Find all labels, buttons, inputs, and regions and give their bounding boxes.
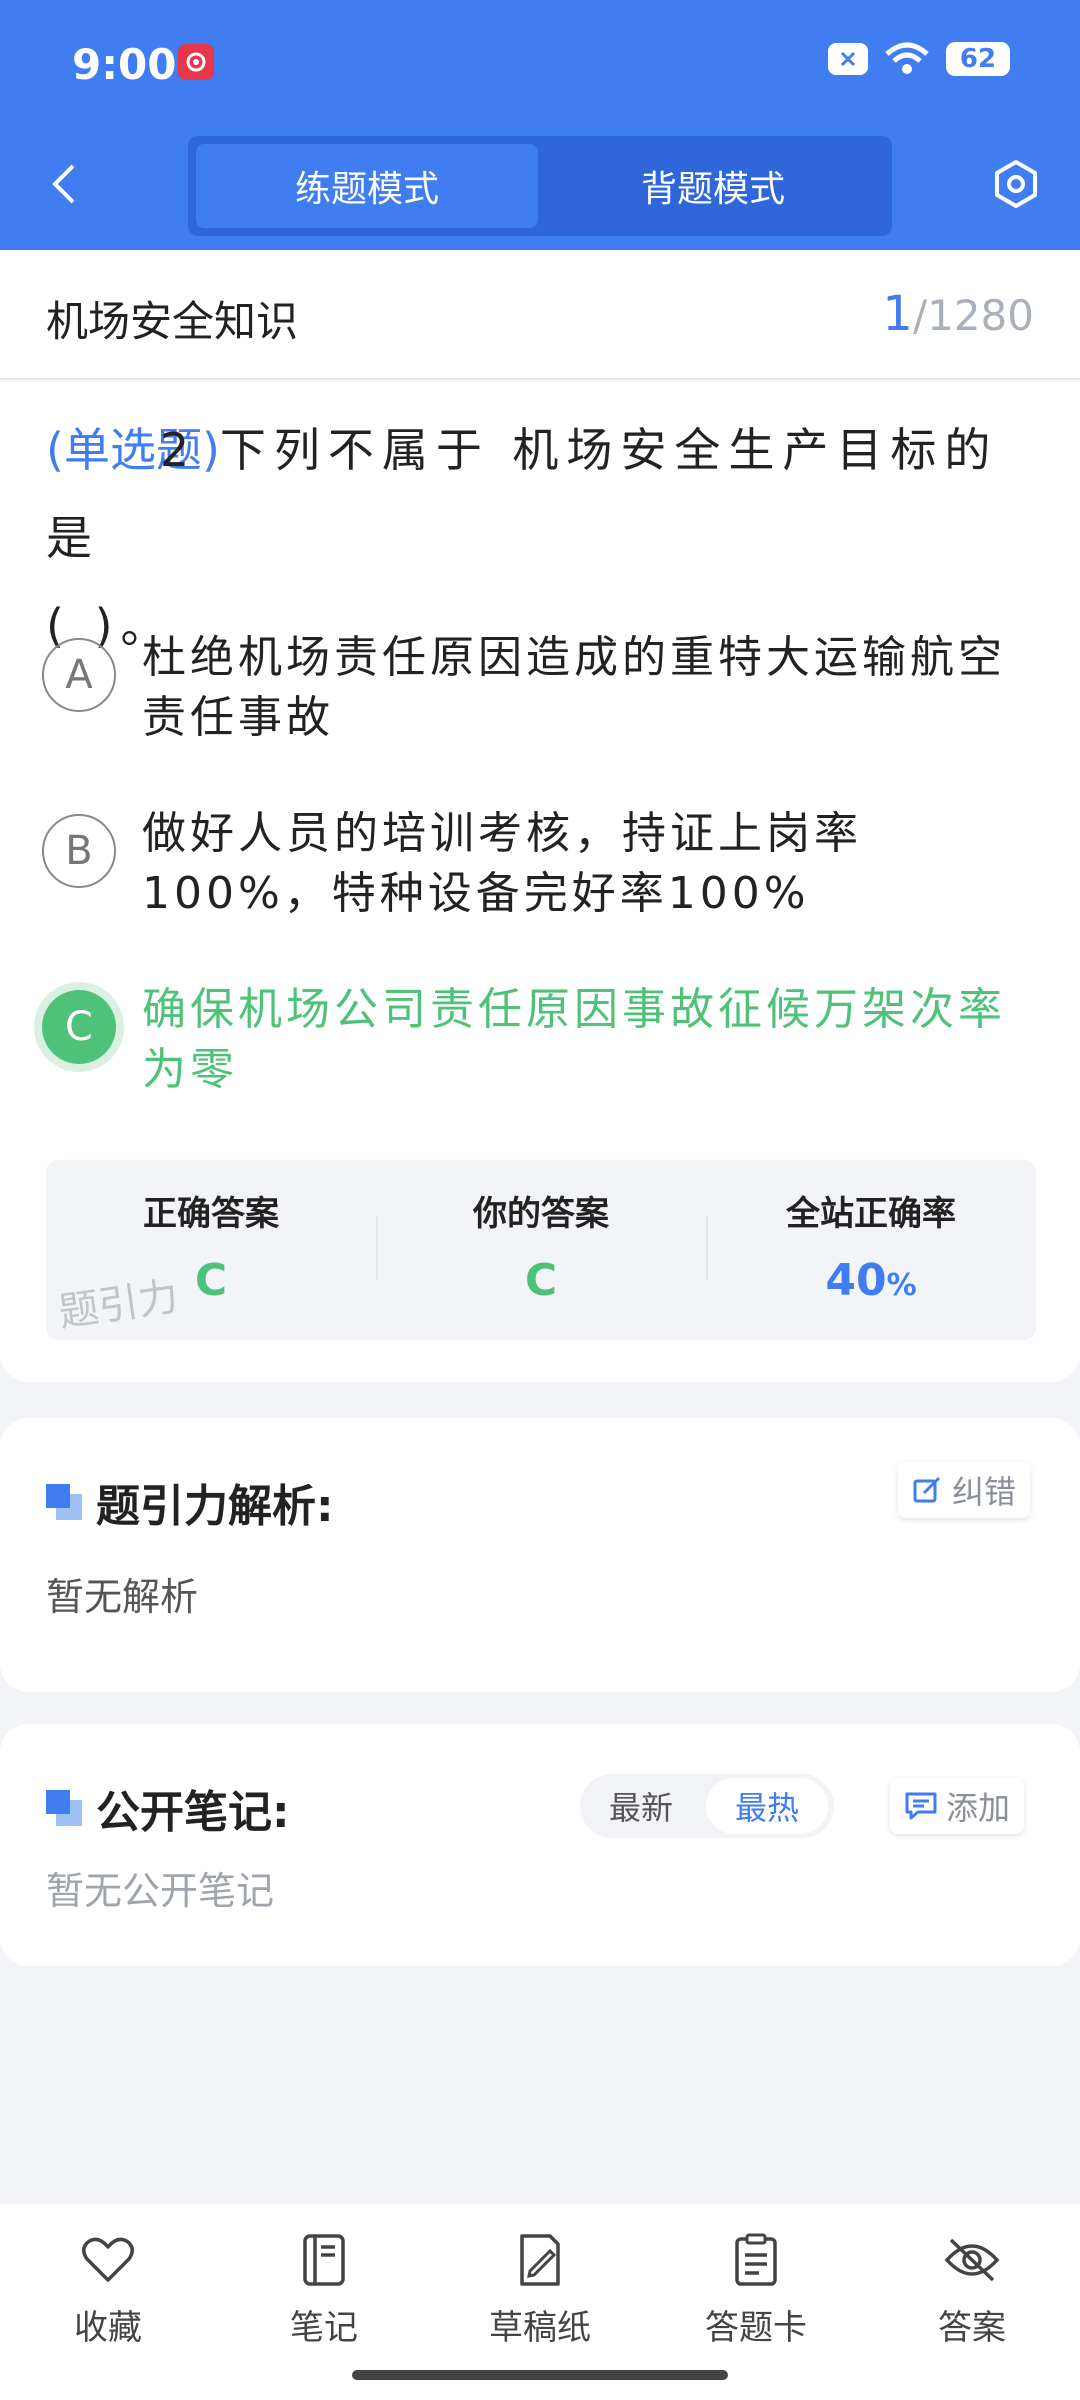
- notes-sort-toggle: 最新 最热: [580, 1774, 834, 1838]
- wifi-icon: [885, 42, 929, 74]
- heart-icon: [78, 2230, 138, 2290]
- chevron-left-icon: [52, 164, 75, 204]
- edit-icon: [912, 1474, 944, 1506]
- back-button[interactable]: [44, 160, 84, 208]
- home-indicator[interactable]: [352, 2370, 728, 2380]
- option-c-text: 确保机场公司责任原因事故征候万架次率为零: [142, 984, 1006, 1095]
- nav-answer-card-label: 答题卡: [705, 2308, 807, 2348]
- section-icon: [46, 1484, 82, 1520]
- sort-hot[interactable]: 最热: [706, 1778, 828, 1834]
- question-number: 2: [159, 423, 198, 477]
- public-notes-card: 公开笔记: 最新 最热 添加 暂无公开笔记: [0, 1724, 1080, 1966]
- watermark: 题引力: [55, 1273, 182, 1337]
- option-b[interactable]: B 做好人员的培训考核，持证上岗率100%，特种设备完好率100%: [42, 804, 1038, 924]
- current-question-number: 1: [882, 286, 913, 342]
- option-a-letter: A: [42, 638, 116, 712]
- app-header: 9:00 62 练题模式 背题模式: [0, 0, 1080, 250]
- draft-paper-icon: [510, 2230, 570, 2290]
- option-b-letter: B: [42, 814, 116, 888]
- settings-button[interactable]: [990, 158, 1042, 210]
- your-answer-column: 你的答案 C: [376, 1160, 706, 1340]
- eye-off-icon: [942, 2230, 1002, 2290]
- add-note-label: 添加: [946, 1789, 1011, 1827]
- notebook-icon: [294, 2230, 354, 2290]
- tab-practice-mode[interactable]: 练题模式: [196, 144, 538, 228]
- answer-card-icon: [726, 2230, 786, 2290]
- title-bar: 机场安全知识 1/1280: [0, 250, 1080, 380]
- total-questions: /1280: [912, 291, 1034, 340]
- battery-icon: 62: [946, 42, 1010, 76]
- notes-empty: 暂无公开笔记: [46, 1869, 275, 1913]
- accuracy-unit: %: [886, 1268, 917, 1303]
- status-time: 9:00: [72, 40, 177, 89]
- analysis-card: 题引力解析: 纠错 暂无解析: [0, 1418, 1080, 1692]
- option-c[interactable]: C 确保机场公司责任原因事故征候万架次率为零: [42, 980, 1038, 1100]
- status-icons: 62: [828, 42, 1010, 76]
- nav-show-answer[interactable]: 答案: [864, 2204, 1080, 2400]
- section-icon: [46, 1790, 82, 1826]
- correct-answer-label: 正确答案: [143, 1194, 279, 1234]
- mode-switcher: 练题模式 背题模式: [188, 136, 892, 236]
- category-title: 机场安全知识: [46, 297, 299, 346]
- notes-header: 公开笔记:: [46, 1776, 290, 1840]
- notes-title: 公开笔记:: [96, 1787, 290, 1838]
- sort-latest[interactable]: 最新: [580, 1778, 702, 1834]
- correct-answer-column: 正确答案 C 题引力: [46, 1160, 376, 1340]
- option-a-text: 杜绝机场责任原因造成的重特大运输航空责任事故: [142, 632, 1006, 743]
- settings-hexagon-icon: [995, 160, 1037, 208]
- accuracy-column: 全站正确率 40%: [706, 1160, 1036, 1340]
- accuracy-value: 40%: [825, 1255, 916, 1306]
- analysis-header: 题引力解析:: [46, 1470, 334, 1534]
- comment-icon: [904, 1790, 938, 1822]
- tab-memorize-mode[interactable]: 背题模式: [542, 144, 884, 228]
- your-answer-value: C: [524, 1255, 558, 1306]
- accuracy-label: 全站正确率: [786, 1194, 956, 1234]
- analysis-title: 题引力解析:: [96, 1481, 334, 1532]
- x-status-icon: [828, 43, 868, 75]
- your-answer-label: 你的答案: [473, 1194, 609, 1234]
- analysis-empty: 暂无解析: [46, 1575, 199, 1619]
- question-counter: 1/1280: [882, 286, 1034, 342]
- notification-app-icon: [178, 44, 214, 80]
- option-b-text: 做好人员的培训考核，持证上岗率100%，特种设备完好率100%: [142, 808, 862, 919]
- nav-show-answer-label: 答案: [938, 2308, 1006, 2348]
- report-error-button[interactable]: 纠错: [898, 1462, 1031, 1518]
- answer-summary: 正确答案 C 题引力 你的答案 C 全站正确率 40%: [46, 1160, 1036, 1340]
- nav-favorite-label: 收藏: [74, 2308, 142, 2348]
- accuracy-number: 40: [825, 1255, 887, 1306]
- nav-draft-label: 草稿纸: [489, 2308, 591, 2348]
- add-note-button[interactable]: 添加: [890, 1778, 1025, 1834]
- report-error-label: 纠错: [952, 1473, 1017, 1511]
- nav-favorite[interactable]: 收藏: [0, 2204, 216, 2400]
- correct-answer-value: C: [194, 1255, 228, 1306]
- option-a[interactable]: A 杜绝机场责任原因造成的重特大运输航空责任事故: [42, 628, 1038, 748]
- question-card: (单选题)2 下列不属于 机场安全生产目标的是 ( )。 A 杜绝机场责任原因造…: [0, 382, 1080, 1382]
- nav-notes-label: 笔记: [290, 2308, 358, 2348]
- option-c-letter: C: [42, 990, 116, 1064]
